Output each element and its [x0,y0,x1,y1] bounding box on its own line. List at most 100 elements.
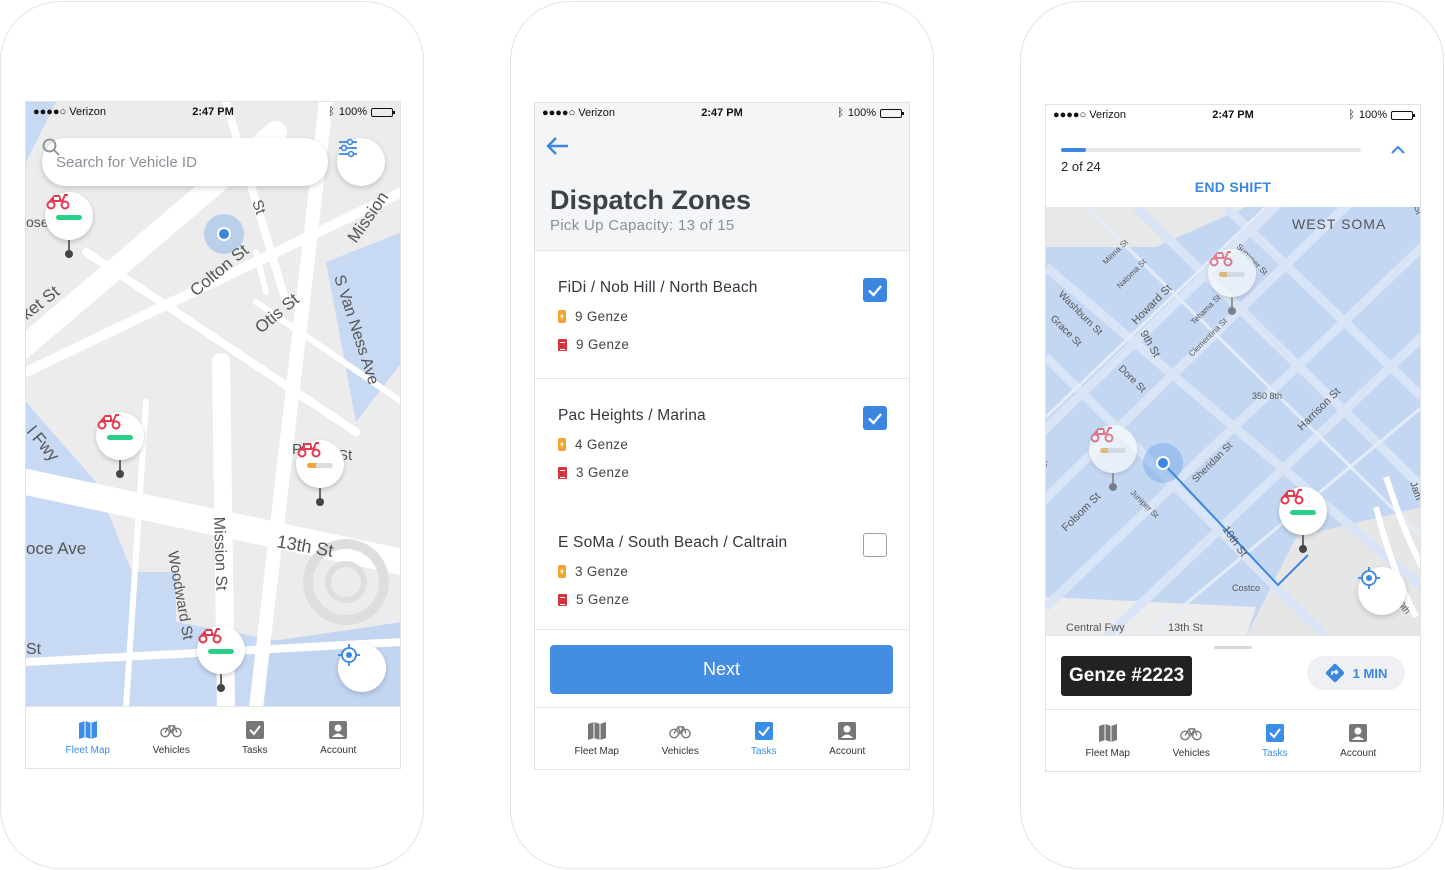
tab-label: Vehicles [152,745,190,756]
zone-charge-count: 4 Genze [558,437,628,452]
zone-row[interactable]: E SoMa / South Beach / Caltrain 3 Genze … [535,506,909,634]
battery-bar [107,435,133,440]
battery-icon [880,108,904,118]
battery-icon [1391,110,1415,120]
vehicle-pin[interactable] [197,626,249,692]
account-icon [836,720,858,742]
vehicle-id-badge: Genze #2223 [1061,656,1193,696]
vehicle-pin[interactable] [1208,249,1260,315]
zone-name: E SoMa / South Beach / Caltrain [558,534,788,551]
back-arrow-icon[interactable] [545,135,571,157]
drawer-handle[interactable] [1214,646,1252,649]
shift-route-screen: WEST SOMA Minna St Natoma St Howard St S… [1045,104,1421,772]
tab-vehicles[interactable]: Vehicles [136,719,206,768]
battery-status: ᛒ 100% [1348,109,1415,121]
tab-label: Vehicles [661,746,699,757]
repair-ticket-icon [558,338,567,351]
recenter-button[interactable] [1358,567,1406,615]
vehicle-pin[interactable] [96,412,148,478]
checkmark-icon [868,285,882,297]
tab-account[interactable]: Account [812,720,882,769]
battery-bar [208,649,234,654]
search-input[interactable] [56,153,276,171]
tab-label: Tasks [241,745,268,756]
dispatch-header: ●●●●○ Verizon 2:47 PM ᛒ 100% Dispatch Zo… [535,103,909,251]
battery-charge-icon [558,565,566,578]
repair-ticket-icon [558,593,567,606]
tab-account[interactable]: Account [303,719,373,768]
battery-status: ᛒ 100% [328,106,395,118]
directions-eta-button[interactable]: 1 MIN [1307,656,1405,690]
tab-tasks[interactable]: Tasks [729,720,799,769]
battery-status: ᛒ 100% [837,107,904,119]
battery-bar [1290,510,1316,515]
tab-fleet-map[interactable]: Fleet Map [53,719,123,768]
zone-checkbox[interactable] [863,406,887,430]
tab-label: Tasks [1261,748,1288,759]
vehicle-pin[interactable] [45,192,97,258]
shift-progress-label: 2 of 24 [1061,159,1101,174]
map-icon [1097,722,1119,744]
fleet-map[interactable]: rket St Colton St Otis St Mission S Van … [26,102,400,708]
tab-label: Account [829,746,866,757]
pickup-capacity: Pick Up Capacity: 13 of 15 [550,217,735,234]
zone-checkbox[interactable] [863,278,887,302]
end-shift-button[interactable]: END SHIFT [1046,179,1420,195]
next-button[interactable]: Next [550,645,893,694]
bluetooth-icon: ᛒ [837,107,844,119]
zone-charge-count: 9 Genze [558,309,628,324]
battery-charge-icon [558,310,566,323]
page-title: Dispatch Zones [550,185,752,215]
street-label: Costco [1232,583,1260,593]
vehicle-pin[interactable] [296,440,348,506]
zone-repair-count: 5 Genze [558,592,629,607]
tab-label: Vehicles [1172,748,1210,759]
zone-checkbox[interactable] [863,533,887,557]
tab-vehicles[interactable]: Vehicles [1156,722,1226,771]
checkbox-icon [244,719,266,741]
street-label: oce Ave [26,539,86,558]
battery-percent: 100% [1358,109,1387,121]
zone-repair-count: 9 Genze [558,337,629,352]
phone-frame-fleet-map: ●●●●○ Verizon 2:47 PM ᛒ 100% rket St Col… [0,1,424,869]
zone-row[interactable]: FiDi / Nob Hill / North Beach 9 Genze 9 … [535,251,909,379]
phone-frame-shift-route: WEST SOMA Minna St Natoma St Howard St S… [1020,1,1444,869]
route-map[interactable]: WEST SOMA Minna St Natoma St Howard St S… [1046,207,1420,637]
repair-ticket-icon [558,466,567,479]
phone-frame-dispatch-zones: ●●●●○ Verizon 2:47 PM ᛒ 100% Dispatch Zo… [510,1,934,869]
destination-vehicle-pin[interactable] [1279,487,1331,553]
directions-icon [1325,663,1344,683]
tab-account[interactable]: Account [1323,722,1393,771]
status-bar: ●●●●○ Verizon 2:47 PM ᛒ 100% [535,103,909,123]
tab-bar: Fleet Map Vehicles Tasks Account [535,707,909,769]
tab-tasks[interactable]: Tasks [220,719,290,768]
street-label: 350 8th [1252,391,1282,401]
tab-label: Fleet Map [1085,748,1130,759]
chevron-up-icon[interactable] [1390,143,1406,155]
tab-tasks[interactable]: Tasks [1240,722,1310,771]
status-bar: ●●●●○ Verizon 2:47 PM ᛒ 100% [1046,105,1420,125]
bicycle-icon [160,719,183,741]
tab-vehicles[interactable]: Vehicles [645,720,715,769]
battery-percent: 100% [847,107,876,119]
battery-icon [371,107,395,117]
zone-row[interactable]: Pac Heights / Marina 4 Genze 3 Genze [535,379,909,507]
filter-button[interactable] [337,138,385,186]
tab-fleet-map[interactable]: Fleet Map [562,720,632,769]
tab-label: Fleet Map [65,745,110,756]
vehicle-search-bar[interactable] [42,138,328,186]
account-icon [327,719,349,741]
map-icon [586,720,608,742]
footer-action: Next [535,629,909,709]
zone-repair-count: 3 Genze [558,465,629,480]
checkbox-icon [1264,722,1286,744]
recenter-button[interactable] [338,644,386,692]
vehicle-pin[interactable] [1089,425,1141,491]
eta-label: 1 MIN [1352,665,1388,681]
tab-label: Account [1340,748,1377,759]
tab-bar: Fleet Map Vehicles Tasks Account [26,706,400,768]
street-label: St [26,641,42,658]
tab-fleet-map[interactable]: Fleet Map [1073,722,1143,771]
checkbox-icon [753,720,775,742]
map-icon [77,719,99,741]
